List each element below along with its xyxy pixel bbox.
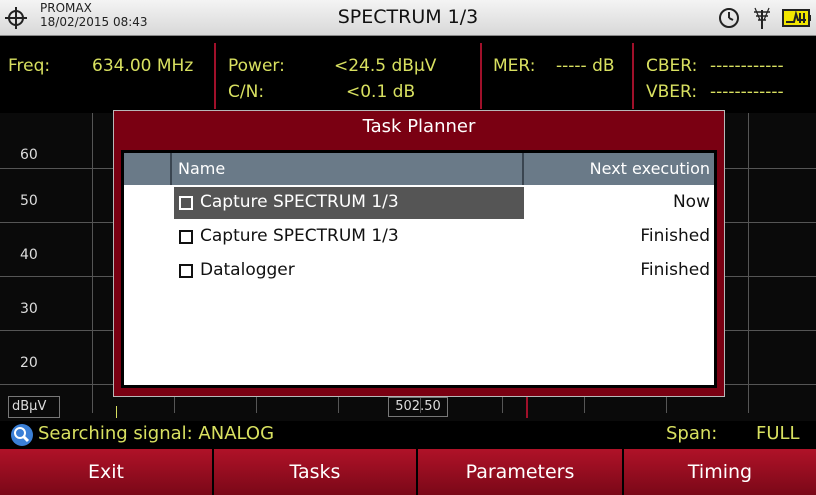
task-name: Capture SPECTRUM 1/3 bbox=[200, 192, 399, 212]
y-tick-label: 50 bbox=[20, 193, 38, 209]
y-tick-label: 60 bbox=[20, 147, 38, 163]
cn-label: C/N: bbox=[228, 82, 265, 102]
frequency-marker bbox=[526, 396, 528, 418]
mer-label: MER: bbox=[493, 56, 536, 76]
cn-value: <0.1 dB bbox=[346, 82, 416, 102]
table-header: Name Next execution bbox=[124, 153, 714, 185]
span-label: Span: bbox=[666, 423, 718, 444]
task-next-execution: Finished bbox=[640, 226, 710, 246]
mer-value: ----- dB bbox=[556, 56, 615, 76]
status-message: Searching signal: ANALOG bbox=[38, 423, 275, 444]
power-label: Power: bbox=[228, 56, 285, 76]
task-table: Name Next execution Capture SPECTRUM 1/3… bbox=[121, 150, 717, 388]
cber-value: ------------ bbox=[710, 56, 784, 76]
task-name: Datalogger bbox=[200, 260, 295, 280]
parameters-button[interactable]: Parameters bbox=[418, 449, 622, 495]
divider bbox=[480, 43, 482, 109]
column-header-name[interactable]: Name bbox=[174, 153, 524, 185]
span-value: FULL bbox=[756, 423, 800, 444]
softkey-bar: Exit Tasks Parameters Timing bbox=[0, 449, 816, 495]
status-bar: Searching signal: ANALOG Span: FULL bbox=[0, 421, 816, 449]
freq-value: 634.00 MHz bbox=[92, 56, 194, 76]
column-header-next-execution[interactable]: Next execution bbox=[526, 153, 714, 185]
y-tick-label: 20 bbox=[20, 355, 38, 371]
center-frequency-label: 502.50 bbox=[388, 397, 448, 417]
task-next-execution: Now bbox=[672, 192, 710, 212]
vber-value: ------------ bbox=[710, 82, 784, 102]
search-icon bbox=[11, 424, 33, 446]
task-next-execution: Finished bbox=[640, 260, 710, 280]
vber-label: VBER: bbox=[646, 82, 698, 102]
dialog-title: Task Planner bbox=[362, 116, 476, 137]
timing-button[interactable]: Timing bbox=[624, 449, 816, 495]
exit-button[interactable]: Exit bbox=[0, 449, 212, 495]
divider bbox=[214, 43, 216, 109]
task-planner-dialog: Task Planner Name Next execution Capture… bbox=[113, 110, 725, 397]
battery-charging-icon bbox=[782, 9, 811, 27]
tasks-button[interactable]: Tasks bbox=[214, 449, 416, 495]
table-row[interactable]: Datalogger Finished bbox=[124, 255, 714, 287]
divider bbox=[632, 43, 634, 109]
clock-icon bbox=[719, 8, 739, 28]
table-row[interactable]: Capture SPECTRUM 1/3 Now bbox=[124, 187, 714, 219]
grid-line bbox=[92, 113, 93, 413]
title-bar: PROMAX 18/02/2015 08:43 SPECTRUM 1/3 bbox=[0, 0, 816, 36]
page-title: SPECTRUM 1/3 bbox=[337, 6, 479, 28]
cber-label: CBER: bbox=[646, 56, 698, 76]
column-header-blank bbox=[124, 153, 172, 185]
task-name: Capture SPECTRUM 1/3 bbox=[200, 226, 399, 246]
trace-tick bbox=[116, 406, 117, 418]
y-tick-label: 30 bbox=[20, 301, 38, 317]
antenna-icon bbox=[754, 7, 770, 29]
checkbox[interactable] bbox=[179, 264, 193, 278]
power-value: <24.5 dBµV bbox=[334, 56, 437, 76]
y-tick-label: 40 bbox=[20, 247, 38, 263]
table-row[interactable]: Capture SPECTRUM 1/3 Finished bbox=[124, 221, 714, 253]
freq-label: Freq: bbox=[8, 56, 51, 76]
unit-label: dBµV bbox=[8, 396, 60, 418]
checkbox[interactable] bbox=[179, 230, 193, 244]
checkbox[interactable] bbox=[179, 196, 193, 210]
measurement-panel: Freq: 634.00 MHz Power: <24.5 dBµV C/N: … bbox=[0, 37, 816, 113]
grid-line bbox=[748, 113, 749, 413]
